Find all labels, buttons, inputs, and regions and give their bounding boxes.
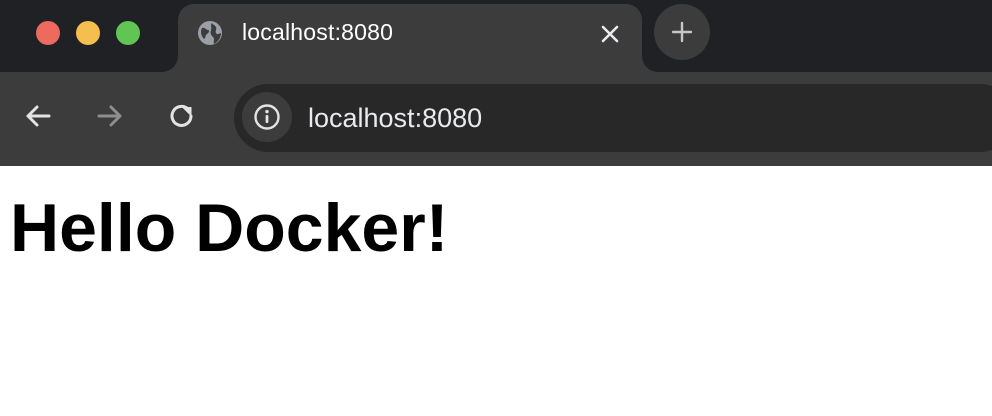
reload-icon	[170, 104, 193, 127]
tab-title: localhost:8080	[242, 19, 394, 45]
back-button[interactable]	[22, 100, 54, 132]
page-content: Hello Docker!	[0, 166, 992, 416]
arrow-left-icon	[26, 105, 51, 127]
plus-icon	[671, 21, 693, 43]
arrow-right-icon	[97, 105, 122, 127]
close-icon[interactable]	[598, 22, 622, 46]
browser-toolbar: localhost:8080	[0, 72, 992, 166]
window-zoom-button[interactable]	[116, 21, 140, 45]
tab-active[interactable]: localhost:8080	[178, 4, 642, 72]
browser-window: localhost:8080 localhost:8080 Hello Dock…	[0, 0, 992, 416]
tab-strip: localhost:8080	[0, 0, 992, 72]
address-bar[interactable]: localhost:8080	[234, 84, 992, 152]
globe-icon	[196, 19, 224, 47]
reload-button[interactable]	[166, 100, 198, 132]
info-icon	[254, 104, 280, 130]
page-heading: Hello Docker!	[10, 190, 449, 266]
new-tab-button[interactable]	[654, 4, 710, 60]
window-minimize-button[interactable]	[76, 21, 100, 45]
site-info-button[interactable]	[242, 92, 292, 142]
url-text: localhost:8080	[308, 103, 483, 133]
window-close-button[interactable]	[36, 21, 60, 45]
forward-button[interactable]	[94, 100, 126, 132]
